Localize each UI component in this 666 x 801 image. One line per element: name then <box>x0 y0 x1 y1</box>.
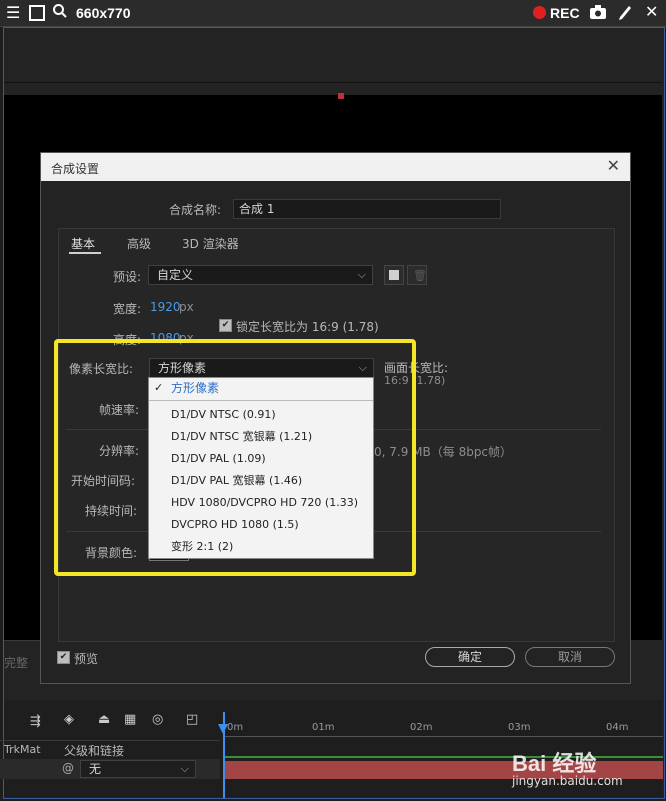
window-icon[interactable] <box>29 5 45 21</box>
graph-editor-icon[interactable]: ◰ <box>186 712 198 727</box>
preset-label: 预设: <box>113 270 142 284</box>
delete-preset-button[interactable]: 🗑 <box>407 265 427 285</box>
preview-label: 预览 <box>74 652 99 666</box>
recording-size-label: 660x770 <box>76 5 131 21</box>
time-tick: 04m <box>606 722 629 733</box>
viewer-marker <box>338 93 344 99</box>
shy-layer-icon[interactable]: ⏏ <box>98 712 110 727</box>
highlight-frame <box>54 339 416 576</box>
recorder-toolbar: ☰ 660x770 REC ✕ <box>0 0 666 27</box>
ok-button[interactable]: 确定 <box>425 647 515 667</box>
parent-value: 无 <box>89 762 102 776</box>
camera-icon[interactable] <box>589 4 607 23</box>
chevron-down-icon: ⌵ <box>180 762 189 775</box>
save-preset-icon <box>389 270 399 280</box>
motion-blur-icon[interactable]: ◎ <box>152 712 163 727</box>
watermark-url: jingyan.baidu.com <box>512 774 623 788</box>
time-tick: 03m <box>508 722 531 733</box>
width-value[interactable]: 1920 <box>150 300 181 314</box>
parent-select[interactable]: 无 ⌵ <box>80 760 196 778</box>
panel-divider <box>4 640 40 641</box>
pen-icon[interactable] <box>617 3 633 24</box>
cancel-button[interactable]: 取消 <box>525 647 615 667</box>
time-tick: 02m <box>410 722 433 733</box>
close-icon[interactable]: ✕ <box>645 2 658 21</box>
panel-label: 完整 <box>4 656 29 670</box>
chevron-down-icon: ⌵ <box>357 268 366 281</box>
comp-name-label: 合成名称: <box>169 203 222 217</box>
trkmat-switch-icon[interactable]: ⇶ <box>30 714 41 729</box>
tab-3d-renderer[interactable]: 3D 渲染器 <box>182 235 239 252</box>
record-dot-icon[interactable] <box>533 6 546 19</box>
menu-icon[interactable]: ☰ <box>6 3 20 22</box>
time-tick: 01m <box>312 722 335 733</box>
panel-divider <box>4 82 662 83</box>
active-tab-underline <box>69 252 101 254</box>
preset-select[interactable]: 自定义 ⌵ <box>148 265 373 285</box>
pick-whip-icon[interactable]: @ <box>62 761 74 775</box>
width-label: 宽度: <box>113 302 142 316</box>
dialog-titlebar: 合成设置 ✕ <box>41 153 630 181</box>
close-icon[interactable]: ✕ <box>607 156 620 175</box>
width-unit: px <box>179 300 194 314</box>
time-ruler <box>224 736 663 737</box>
dialog-title: 合成设置 <box>51 162 100 176</box>
trkmat-header: TrkMat <box>4 743 41 756</box>
preview-checkbox[interactable]: ✔ <box>57 651 70 664</box>
time-tick: 0m <box>227 722 244 733</box>
trash-icon: 🗑 <box>413 269 427 282</box>
search-icon[interactable] <box>52 3 68 22</box>
preset-value: 自定义 <box>157 268 194 282</box>
lock-ratio-checkbox[interactable]: ✔ <box>219 319 232 332</box>
comp-name-input[interactable]: 合成 1 <box>233 199 501 219</box>
rec-button[interactable]: REC <box>550 5 580 21</box>
frame-blend-icon[interactable]: ▦ <box>124 712 136 727</box>
save-preset-button[interactable] <box>384 265 404 285</box>
tab-advanced[interactable]: 高级 <box>127 235 151 252</box>
tab-basic[interactable]: 基本 <box>71 235 95 252</box>
work-area-bar <box>224 756 663 758</box>
parent-link-header: 父级和链接 <box>64 744 125 758</box>
lock-ratio-label: 锁定长宽比为 16:9 (1.78) <box>236 320 379 334</box>
column-divider <box>0 740 220 741</box>
3d-layer-icon[interactable]: ◈ <box>64 712 74 727</box>
